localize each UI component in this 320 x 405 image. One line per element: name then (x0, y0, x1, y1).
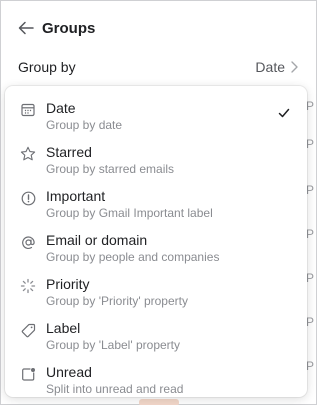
group-by-row[interactable]: Group by Date (18, 55, 300, 79)
option-title: Starred (46, 144, 92, 160)
star-icon (19, 145, 37, 163)
option-starred[interactable]: Starred Group by starred emails (5, 136, 307, 180)
background-row-letter: P (306, 359, 315, 373)
option-subtitle: Group by Gmail Important label (46, 206, 213, 220)
option-subtitle: Group by people and companies (46, 250, 220, 264)
option-label[interactable]: Label Group by 'Label' property (5, 312, 307, 356)
option-title: Label (46, 320, 81, 336)
option-email-or-domain[interactable]: Email or domain Group by people and comp… (5, 224, 307, 268)
option-unread[interactable]: Unread Split into unread and read (5, 356, 307, 400)
option-date[interactable]: Date Group by date (5, 92, 307, 136)
calendar-icon (19, 101, 37, 119)
back-arrow-icon[interactable] (17, 19, 35, 37)
option-subtitle: Split into unread and read (46, 382, 184, 396)
group-by-label: Group by (18, 59, 76, 75)
option-title: Email or domain (46, 232, 148, 248)
option-subtitle: Group by starred emails (46, 162, 175, 176)
background-row-letter: P (306, 271, 315, 285)
at-icon (19, 233, 37, 251)
option-subtitle: Group by 'Priority' property (46, 294, 188, 308)
chevron-right-icon (291, 61, 300, 73)
option-title: Unread (46, 364, 92, 380)
background-row-letter: P (306, 137, 315, 151)
checkmark-icon (277, 106, 291, 120)
panel-header: Groups (17, 17, 95, 39)
group-by-value: Date (255, 59, 285, 75)
group-by-dropdown: Date Group by date Starred Group by star… (5, 86, 307, 397)
unread-icon (19, 365, 37, 383)
option-title: Date (46, 100, 76, 116)
important-icon (19, 189, 37, 207)
groups-panel: Groups Group by Date P P P P P P P Date … (0, 0, 317, 405)
option-title: Important (46, 188, 106, 204)
group-by-selector[interactable]: Date (255, 59, 300, 75)
background-row-letter: P (306, 99, 315, 113)
priority-icon (19, 277, 37, 295)
tag-icon (19, 321, 37, 339)
option-subtitle: Group by date (46, 118, 123, 132)
page-title: Groups (42, 19, 96, 37)
option-title: Priority (46, 276, 90, 292)
option-important[interactable]: Important Group by Gmail Important label (5, 180, 307, 224)
background-row-letter: P (306, 315, 315, 329)
background-row-letter: P (306, 227, 315, 241)
option-subtitle: Group by 'Label' property (46, 338, 180, 352)
option-priority[interactable]: Priority Group by 'Priority' property (5, 268, 307, 312)
background-row-letter: P (306, 183, 315, 197)
